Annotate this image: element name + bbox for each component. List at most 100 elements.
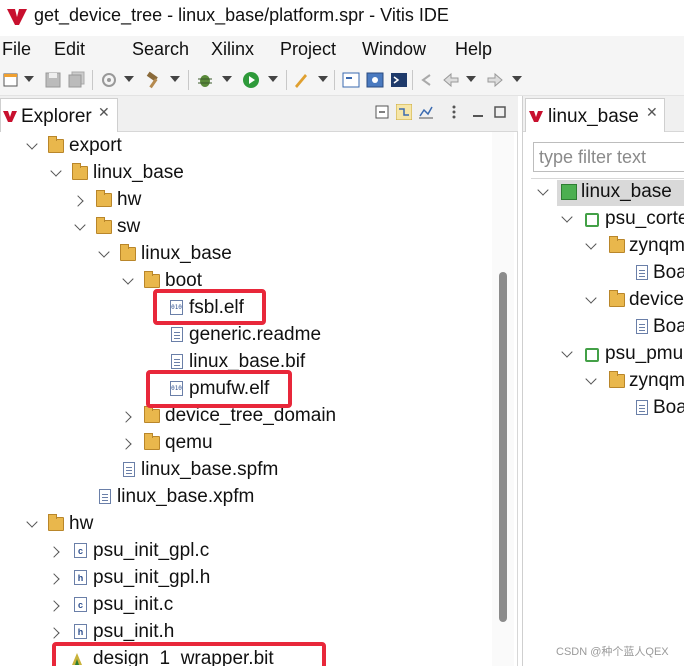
explorer-tab[interactable]: Explorer ✕	[0, 98, 118, 132]
tree-label: device_tree_domain	[165, 405, 337, 426]
chevron-down-icon[interactable]	[26, 138, 38, 150]
tree-label: psu_init.h	[93, 621, 175, 642]
menu-help[interactable]: Help	[455, 39, 492, 60]
tree-row-export[interactable]: export	[0, 134, 490, 160]
tree-row-hw-root[interactable]: hw	[0, 512, 490, 538]
chevron-right-icon[interactable]	[72, 195, 84, 207]
outline-row-linux-base[interactable]: linux_base	[523, 180, 684, 206]
chevron-down-icon[interactable]	[122, 273, 134, 285]
new-dropdown-icon[interactable]	[24, 76, 34, 82]
settings-dropdown-icon[interactable]	[124, 76, 134, 82]
save-all-icon[interactable]	[68, 71, 86, 89]
explorer-scrollbar-thumb[interactable]	[499, 272, 507, 622]
tree-label: hw	[69, 513, 94, 534]
filter-icon[interactable]	[418, 104, 434, 120]
settings-icon[interactable]	[100, 71, 118, 89]
outline-row-device[interactable]: device	[523, 288, 684, 314]
last-edit-icon[interactable]	[418, 71, 436, 89]
tree-label: psu_init_gpl.c	[93, 540, 210, 561]
window-title: get_device_tree - linux_base/platform.sp…	[34, 5, 449, 25]
tree-row-psu-init-gpl-c[interactable]: c psu_init_gpl.c	[0, 539, 490, 565]
tree-label: linux_base	[93, 162, 184, 183]
chevron-down-icon[interactable]	[561, 211, 573, 223]
tree-row-psu-init-c[interactable]: c psu_init.c	[0, 593, 490, 619]
filter-input[interactable]: type filter text	[533, 142, 684, 172]
new-icon[interactable]	[2, 71, 20, 89]
outline-tab-bar: linux_base ✕	[523, 96, 684, 132]
chevron-down-icon[interactable]	[50, 165, 62, 177]
outline-row-psu-pmu[interactable]: psu_pmu	[523, 342, 684, 368]
tree-row-linux-base[interactable]: linux_base	[0, 161, 490, 187]
chevron-down-icon[interactable]	[561, 346, 573, 358]
chevron-down-icon[interactable]	[585, 292, 597, 304]
chevron-down-icon[interactable]	[74, 219, 86, 231]
debug-bug-icon[interactable]	[196, 71, 214, 89]
text-file-icon	[171, 354, 183, 369]
run-icon[interactable]	[242, 71, 260, 89]
tree-row-sw-linux-base[interactable]: linux_base	[0, 242, 490, 268]
terminal-icon[interactable]	[390, 71, 408, 89]
close-icon[interactable]: ✕	[98, 104, 110, 121]
collapse-all-icon[interactable]	[374, 104, 390, 120]
chevron-down-icon[interactable]	[537, 184, 549, 196]
maximize-icon[interactable]	[492, 104, 508, 120]
link-with-editor-icon[interactable]	[396, 104, 412, 120]
build-dropdown-icon[interactable]	[170, 76, 180, 82]
tree-row-generic-readme[interactable]: generic.readme	[0, 323, 490, 349]
chevron-right-icon[interactable]	[48, 600, 60, 612]
chevron-down-icon[interactable]	[26, 516, 38, 528]
chevron-right-icon[interactable]	[48, 573, 60, 585]
chevron-right-icon[interactable]	[120, 411, 132, 423]
outline-row-boa-3[interactable]: Boa	[523, 396, 684, 422]
watermark: CSDN @种个蓝人QEX	[556, 646, 669, 658]
chevron-right-icon[interactable]	[120, 438, 132, 450]
forward-arrow-icon[interactable]	[486, 71, 504, 89]
explorer-tab-bar: Explorer ✕	[0, 96, 518, 132]
tree-row-hw[interactable]: hw	[0, 188, 490, 214]
save-icon[interactable]	[44, 71, 62, 89]
menu-edit[interactable]: Edit	[54, 39, 85, 60]
menu-search[interactable]: Search	[132, 39, 189, 60]
menu-xilinx[interactable]: Xilinx	[211, 39, 254, 60]
program-device-icon[interactable]	[292, 71, 310, 89]
text-file-icon	[636, 400, 648, 415]
tree-row-qemu[interactable]: qemu	[0, 431, 490, 457]
chevron-down-icon[interactable]	[585, 373, 597, 385]
minimize-icon[interactable]	[470, 104, 486, 120]
xsct-console-icon[interactable]	[366, 71, 384, 89]
tree-row-psu-init-gpl-h[interactable]: h psu_init_gpl.h	[0, 566, 490, 592]
main-toolbar	[0, 64, 684, 96]
outline-row-psu-corte[interactable]: psu_corte	[523, 207, 684, 233]
program-dropdown-icon[interactable]	[318, 76, 328, 82]
chevron-down-icon[interactable]	[585, 238, 597, 250]
menu-project[interactable]: Project	[280, 39, 336, 60]
text-file-icon	[171, 327, 183, 342]
outline-row-boa-1[interactable]: Boa	[523, 261, 684, 287]
back-dropdown-icon[interactable]	[466, 76, 476, 82]
platform-project-icon	[561, 184, 577, 200]
close-icon[interactable]: ✕	[646, 104, 658, 121]
outline-tab[interactable]: linux_base ✕	[525, 98, 665, 132]
outline-row-zynqm-2[interactable]: zynqm	[523, 369, 684, 395]
highlight-box-bitstream	[52, 642, 326, 666]
serial-terminal-icon[interactable]	[342, 71, 360, 89]
view-menu-icon[interactable]	[446, 104, 462, 120]
run-dropdown-icon[interactable]	[268, 76, 278, 82]
outline-row-boa-2[interactable]: Boa	[523, 315, 684, 341]
debug-dropdown-icon[interactable]	[222, 76, 232, 82]
menu-file[interactable]: File	[2, 39, 31, 60]
tree-row-linux-base-xpfm[interactable]: linux_base.xpfm	[0, 485, 490, 511]
menu-window[interactable]: Window	[362, 39, 426, 60]
forward-dropdown-icon[interactable]	[512, 76, 522, 82]
text-file-icon	[636, 319, 648, 334]
build-hammer-icon[interactable]	[144, 71, 162, 89]
tree-row-sw[interactable]: sw	[0, 215, 490, 241]
chevron-down-icon[interactable]	[98, 246, 110, 258]
tree-row-linux-base-spfm[interactable]: linux_base.spfm	[0, 458, 490, 484]
folder-icon	[48, 136, 64, 153]
back-arrow-icon[interactable]	[442, 71, 460, 89]
outline-row-zynqm-1[interactable]: zynqm	[523, 234, 684, 260]
chevron-right-icon[interactable]	[48, 546, 60, 558]
tree-label: linux_base.xpfm	[117, 486, 255, 507]
chevron-right-icon[interactable]	[48, 627, 60, 639]
